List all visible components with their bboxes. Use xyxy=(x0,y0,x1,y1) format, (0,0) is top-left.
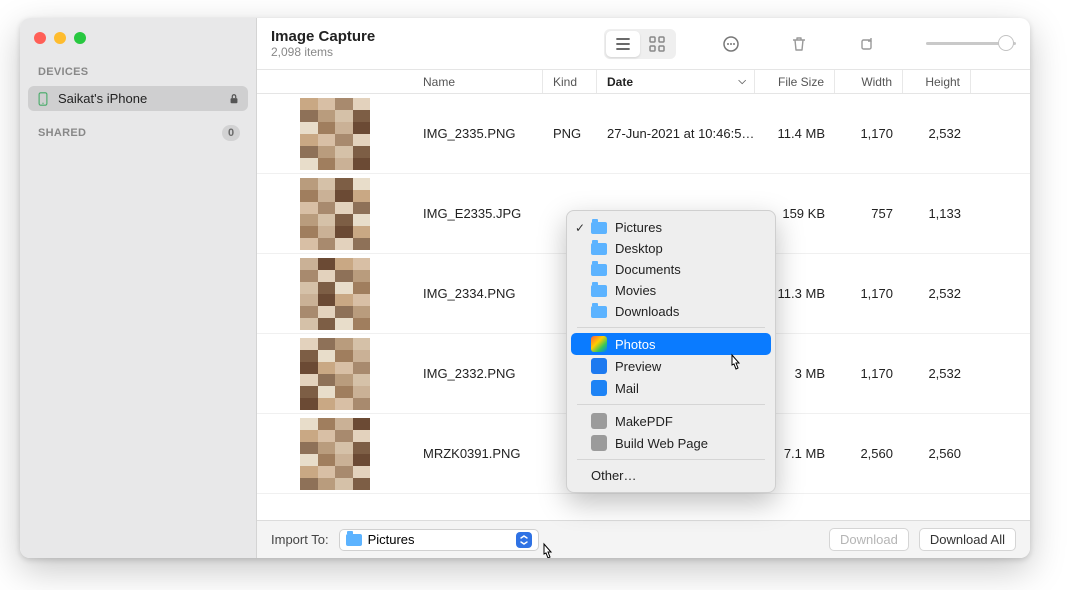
cell-height: 2,532 xyxy=(903,126,971,141)
cell-name: IMG_2335.PNG xyxy=(413,126,543,141)
thumbnail xyxy=(300,178,370,250)
sidebar-device-item[interactable]: Saikat's iPhone xyxy=(28,86,248,111)
table-row[interactable]: IMG_2335.PNG PNG 27-Jun-2021 at 10:46:5…… xyxy=(257,94,1030,174)
cell-height: 2,560 xyxy=(903,446,971,461)
folder-icon xyxy=(591,222,607,234)
destination-popup: Pictures Desktop Documents Movies Downlo… xyxy=(566,210,776,493)
select-stepper-icon xyxy=(516,532,532,548)
download-button[interactable]: Download xyxy=(829,528,909,551)
folder-icon xyxy=(346,534,362,546)
col-width[interactable]: Width xyxy=(835,70,903,93)
cell-height: 2,532 xyxy=(903,286,971,301)
mail-app-icon xyxy=(591,380,607,396)
thumbnail xyxy=(300,338,370,410)
col-height[interactable]: Height xyxy=(903,70,971,93)
menu-item-buildwebpage[interactable]: Build Web Page xyxy=(567,432,775,454)
minimize-icon[interactable] xyxy=(54,32,66,44)
cell-date: 27-Jun-2021 at 10:46:5… xyxy=(597,126,755,141)
destination-value: Pictures xyxy=(368,532,415,547)
folder-icon xyxy=(591,264,607,276)
cell-width: 757 xyxy=(835,206,903,221)
menu-item-mail[interactable]: Mail xyxy=(567,377,775,399)
cell-height: 2,532 xyxy=(903,366,971,381)
bottom-bar: Import To: Pictures Download Download Al… xyxy=(257,520,1030,558)
col-name[interactable]: Name xyxy=(413,70,543,93)
thumbnail xyxy=(300,258,370,330)
col-date[interactable]: Date⌵ xyxy=(597,70,755,93)
cell-height: 1,133 xyxy=(903,206,971,221)
menu-item-other[interactable]: Other… xyxy=(567,465,775,486)
table-header: Name Kind Date⌵ File Size Width Height xyxy=(257,70,1030,94)
sidebar: DEVICES Saikat's iPhone SHARED 0 xyxy=(20,18,257,558)
devices-section-label: DEVICES xyxy=(20,60,256,84)
toolbar: Image Capture 2,098 items xyxy=(257,18,1030,70)
rotate-button[interactable] xyxy=(854,31,880,57)
list-view-button[interactable] xyxy=(606,31,640,57)
thumbnail xyxy=(300,418,370,490)
col-size[interactable]: File Size xyxy=(755,70,835,93)
menu-item-documents[interactable]: Documents xyxy=(567,259,775,280)
app-window: DEVICES Saikat's iPhone SHARED 0 Image C… xyxy=(20,18,1030,558)
automator-icon xyxy=(591,413,607,429)
menu-item-photos[interactable]: Photos xyxy=(571,333,771,355)
photos-app-icon xyxy=(591,336,607,352)
menu-item-movies[interactable]: Movies xyxy=(567,280,775,301)
window-controls xyxy=(20,18,256,60)
download-all-button[interactable]: Download All xyxy=(919,528,1016,551)
more-icon xyxy=(722,35,740,53)
menu-item-downloads[interactable]: Downloads xyxy=(567,301,775,322)
shared-count-badge: 0 xyxy=(222,125,240,141)
automator-icon xyxy=(591,435,607,451)
thumbnail xyxy=(300,98,370,170)
cell-size: 11.4 MB xyxy=(755,126,835,141)
thumbnail-size-slider[interactable] xyxy=(926,42,1016,45)
view-mode-segment xyxy=(604,29,676,59)
cell-width: 2,560 xyxy=(835,446,903,461)
delete-button[interactable] xyxy=(786,31,812,57)
shared-section-label: SHARED xyxy=(38,127,86,139)
import-destination-select[interactable]: Pictures xyxy=(339,529,539,551)
cell-name: IMG_2334.PNG xyxy=(413,286,543,301)
menu-item-makepdf[interactable]: MakePDF xyxy=(567,410,775,432)
folder-icon xyxy=(591,306,607,318)
import-to-label: Import To: xyxy=(271,532,329,547)
cell-name: IMG_E2335.JPG xyxy=(413,206,543,221)
grid-icon xyxy=(648,35,666,53)
cell-width: 1,170 xyxy=(835,286,903,301)
app-title: Image Capture xyxy=(271,28,375,45)
rotate-icon xyxy=(858,35,876,53)
lock-icon xyxy=(228,93,240,105)
zoom-icon[interactable] xyxy=(74,32,86,44)
menu-item-desktop[interactable]: Desktop xyxy=(567,238,775,259)
cell-width: 1,170 xyxy=(835,126,903,141)
cell-name: IMG_2332.PNG xyxy=(413,366,543,381)
phone-icon xyxy=(36,92,50,106)
device-name: Saikat's iPhone xyxy=(58,91,147,106)
slider-thumb[interactable] xyxy=(998,35,1014,51)
chevron-down-icon: ⌵ xyxy=(738,76,746,87)
menu-item-pictures[interactable]: Pictures xyxy=(567,217,775,238)
folder-icon xyxy=(591,285,607,297)
close-icon[interactable] xyxy=(34,32,46,44)
cell-kind: PNG xyxy=(543,126,597,141)
grid-view-button[interactable] xyxy=(640,31,674,57)
cell-width: 1,170 xyxy=(835,366,903,381)
menu-item-preview[interactable]: Preview xyxy=(567,355,775,377)
list-icon xyxy=(614,35,632,53)
item-count: 2,098 items xyxy=(271,45,375,59)
more-button[interactable] xyxy=(718,31,744,57)
cell-name: MRZK0391.PNG xyxy=(413,446,543,461)
col-kind[interactable]: Kind xyxy=(543,70,597,93)
folder-icon xyxy=(591,243,607,255)
trash-icon xyxy=(790,35,808,53)
preview-app-icon xyxy=(591,358,607,374)
